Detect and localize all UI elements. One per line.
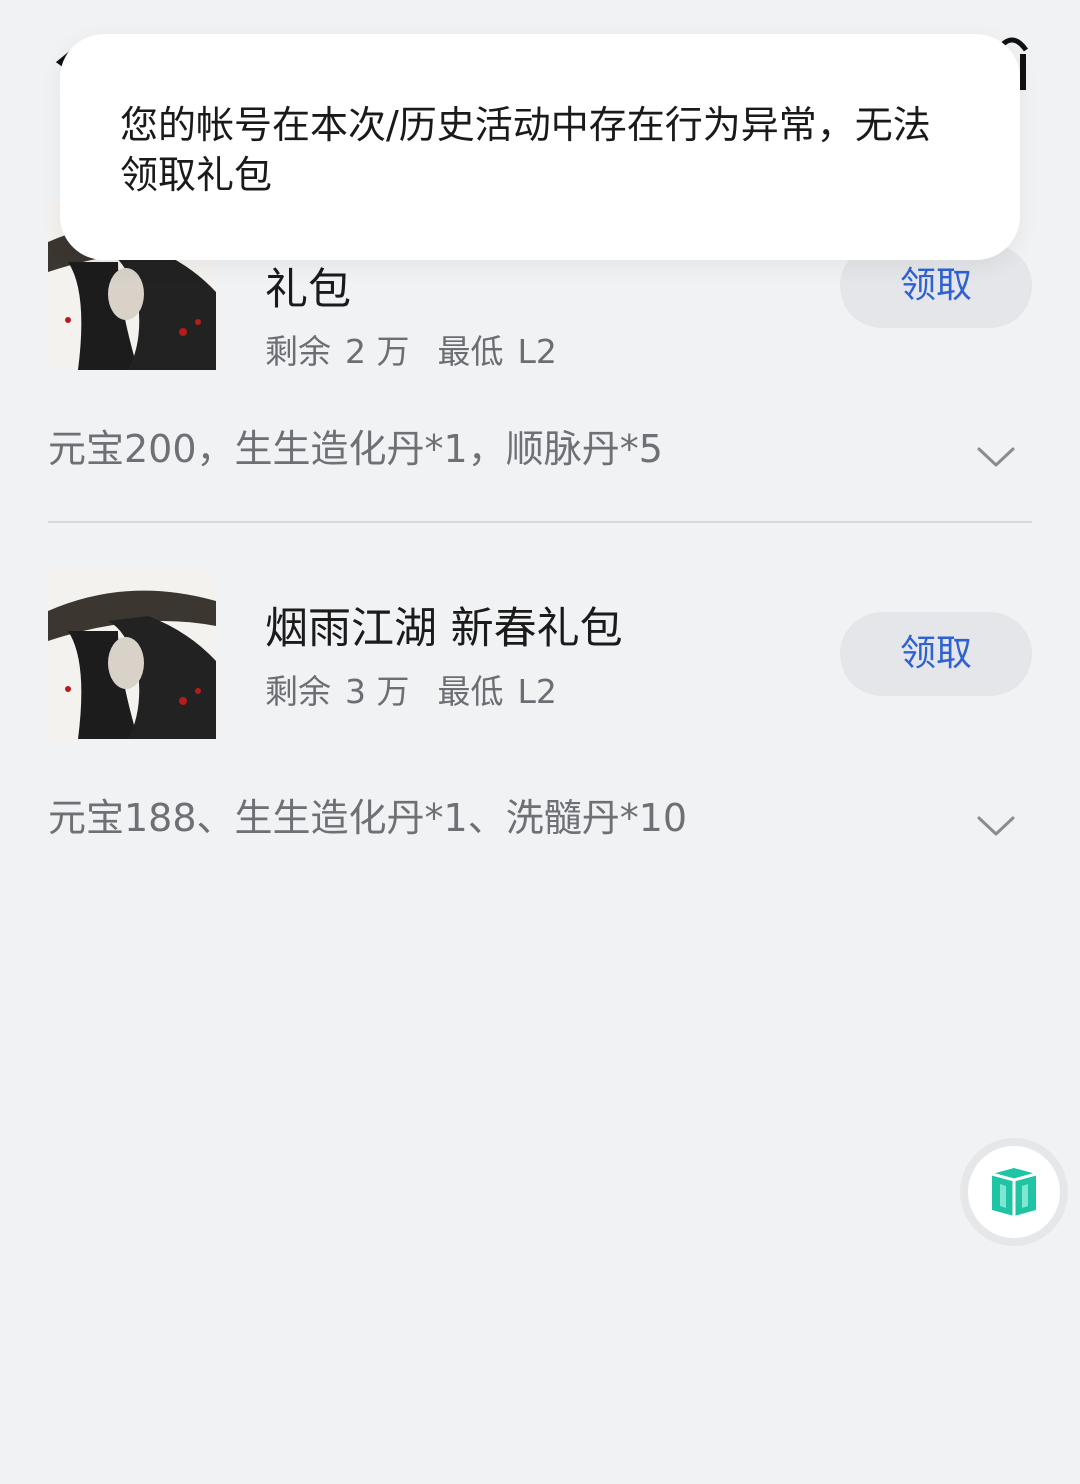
toast-message: 您的帐号在本次/历史活动中存在行为异常，无法领取礼包	[120, 103, 931, 197]
remaining-label: 剩余	[265, 332, 331, 371]
chevron-down-icon[interactable]	[976, 445, 1016, 469]
gift-contents: 元宝188、生生造化丹*1、洗髓丹*10	[48, 796, 688, 840]
gift-stock-info: 剩余 3 万最低 L2	[265, 670, 557, 714]
min-level-label: 最低	[437, 332, 504, 371]
remaining-value: 2 万	[345, 332, 410, 371]
assistant-float-button[interactable]	[960, 1138, 1068, 1246]
remaining-value: 3 万	[345, 672, 410, 711]
min-level-value: L2	[517, 332, 557, 371]
error-toast: 您的帐号在本次/历史活动中存在行为异常，无法领取礼包	[60, 34, 1020, 260]
gift-stock-info: 剩余 2 万最低 L2	[265, 330, 557, 374]
gift-thumbnail	[48, 571, 216, 739]
chevron-down-icon[interactable]	[976, 814, 1016, 838]
gift-title: 礼包	[265, 265, 351, 315]
gift-card: 烟雨江湖 新春礼包 剩余 3 万最低 L2 领取 元宝188、生生造化丹*1、洗髓丹…	[0, 523, 1080, 863]
remaining-label: 剩余	[265, 672, 331, 711]
claim-button[interactable]: 领取	[840, 612, 1032, 696]
min-level-value: L2	[517, 672, 557, 711]
gift-title: 烟雨江湖 新春礼包	[265, 604, 623, 654]
gift-contents: 元宝200，生生造化丹*1，顺脉丹*5	[48, 427, 663, 471]
cube-icon	[991, 1168, 1037, 1216]
min-level-label: 最低	[437, 672, 504, 711]
